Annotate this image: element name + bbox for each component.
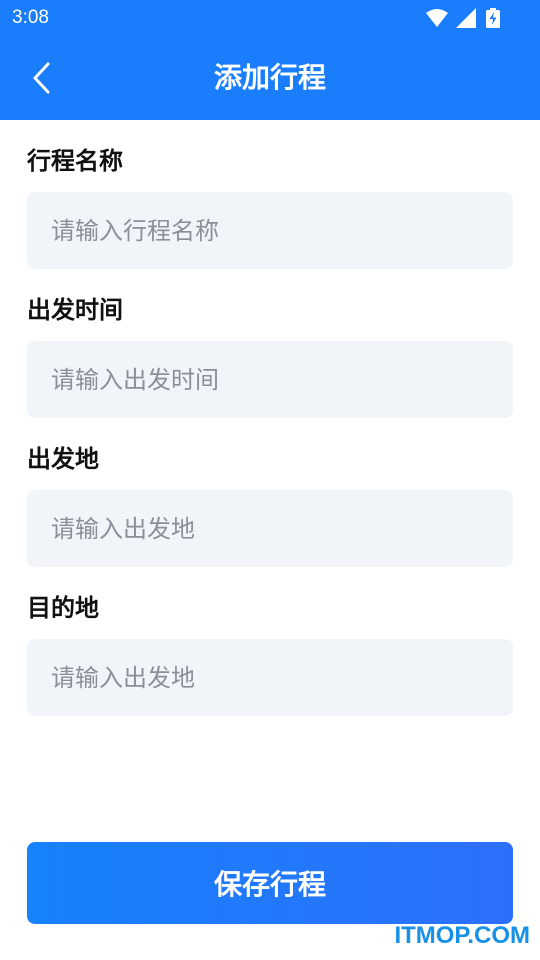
battery-charging-icon [486,8,500,28]
destination-label: 目的地 [27,594,99,622]
departure-time-input[interactable] [27,341,513,418]
app-header: 3:08 添加行程 [0,0,540,120]
status-bar: 3:08 [0,0,540,38]
trip-name-input[interactable] [27,192,513,269]
cellular-signal-icon [456,8,476,28]
watermark: ITMOP.COM [394,922,530,949]
departure-place-input[interactable] [27,490,513,567]
trip-name-label: 行程名称 [27,147,123,175]
status-time: 3:08 [12,7,49,28]
page-title: 添加行程 [213,61,326,94]
destination-input[interactable] [27,639,513,716]
screen: 3:08 添加行程 行程名称 请输入行程名称 出发时间 请输入出发时间 出发地 … [0,0,540,960]
title-bar: 添加行程 [0,38,540,120]
departure-time-label: 出发时间 [27,296,123,324]
wifi-icon [426,9,448,27]
departure-place-label: 出发地 [27,445,99,473]
save-trip-button[interactable]: 保存行程 [27,842,513,924]
